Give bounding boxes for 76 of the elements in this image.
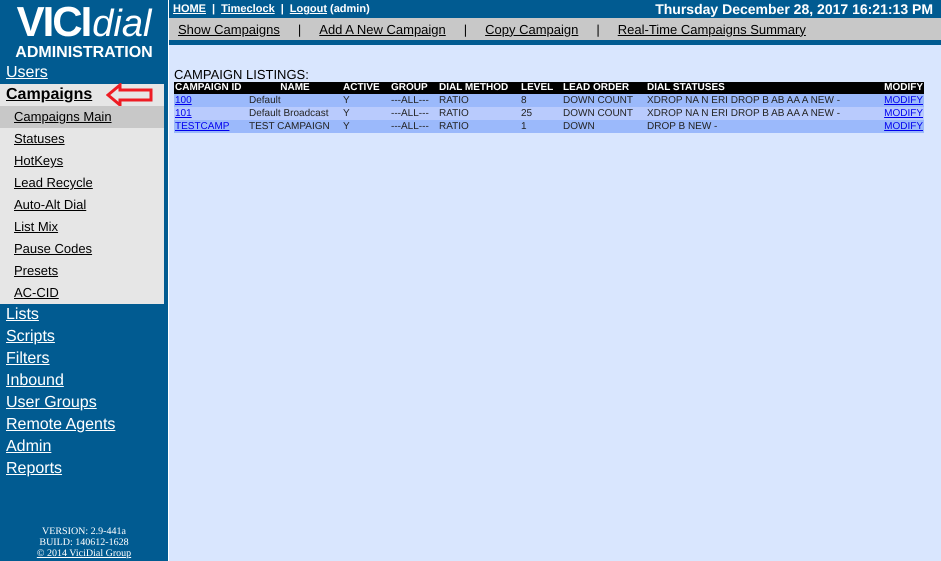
table-cell: ---ALL--- [391,121,429,132]
version-text: VERSION: 2.9-441a [42,526,126,537]
top-link[interactable]: Logout [290,3,328,15]
sub-nav-link[interactable]: Real-Time Campaigns Summary [618,22,806,36]
column-header: LEVEL [520,82,562,94]
table-cell: RATIO [439,108,469,119]
submenu-item[interactable]: Presets [0,260,164,282]
separator: | [464,22,468,36]
sidebar-item[interactable]: User Groups [6,393,97,413]
table-cell: 8 [521,95,527,106]
sidebar-item[interactable]: Remote Agents [6,415,116,435]
submenu-item[interactable]: Auto-Alt Dial [0,194,164,216]
sub-nav-link[interactable]: Show Campaigns [178,22,280,36]
sidebar-item[interactable]: Admin [6,437,52,457]
column-header: DIAL STATUSES [646,82,876,94]
separator: | [298,22,302,36]
sidebar-item[interactable]: Scripts [6,327,55,347]
modify-link[interactable]: MODIFY [884,121,923,132]
column-header: NAME [248,82,342,94]
submenu-item[interactable]: Campaigns Main [0,106,164,128]
campaign-id-link[interactable]: TESTCAMP [175,121,230,132]
modify-link[interactable]: MODIFY [884,108,923,119]
table-cell: ---ALL--- [391,108,429,119]
submenu-item[interactable]: Pause Codes [0,238,164,260]
separator: | [596,22,600,36]
separator: | [280,3,284,15]
table-cell: DOWN COUNT [563,108,633,119]
table-cell: Y [343,121,350,132]
logo-subtitle: ADMINISTRATION [15,44,153,62]
sub-nav-link[interactable]: Add A New Campaign [319,22,446,36]
table-cell: 25 [521,108,532,119]
sidebar-item[interactable]: Users [6,63,48,83]
submenu-item[interactable]: Statuses [0,128,164,150]
table-cell: XDROP NA N ERI DROP B AB AA A NEW - [647,108,840,119]
table-cell: RATIO [439,95,469,106]
top-link[interactable]: Timeclock [221,3,275,15]
column-header: MODIFY [876,82,924,94]
campaign-id-link[interactable]: 100 [175,95,192,106]
build-text: BUILD: 140612-1628 [39,537,129,548]
column-header: LEAD ORDER [562,82,646,94]
table-cell: Default Broadcast [249,108,328,119]
table-cell: XDROP NA N ERI DROP B AB AA A NEW - [647,95,840,106]
table-cell: Default [249,95,281,106]
listing-title: CAMPAIGN LISTINGS: [174,68,310,82]
sub-nav-link[interactable]: Copy Campaign [485,22,578,36]
column-header: ACTIVE [342,82,390,94]
table-cell: DOWN COUNT [563,95,633,106]
table-cell: TEST CAMPAIGN [249,121,330,132]
table-cell: Y [343,95,350,106]
submenu-item[interactable]: HotKeys [0,150,164,172]
table-cell: DOWN [563,121,595,132]
date-time: Thursday December 28, 2017 16:21:13 PM [655,1,933,17]
column-header: DIAL METHOD [438,82,520,94]
modify-link[interactable]: MODIFY [884,95,923,106]
column-header: CAMPAIGN ID [174,82,248,94]
table-cell: 1 [521,121,527,132]
sidebar-item[interactable]: Filters [6,349,50,369]
campaign-id-link[interactable]: 101 [175,108,192,119]
user-label: (admin) [330,3,370,15]
arrow-icon [106,83,154,107]
sidebar-item[interactable]: Campaigns [6,85,92,105]
logo: VICIdial [16,2,152,44]
submenu-item[interactable]: List Mix [0,216,164,238]
sidebar-item[interactable]: Inbound [6,371,64,391]
table-cell: RATIO [439,121,469,132]
sidebar-item[interactable]: Reports [6,459,62,479]
table-cell: ---ALL--- [391,95,429,106]
copyright-link[interactable]: © 2014 ViciDial Group [36,548,132,559]
separator: | [212,3,216,15]
submenu-item[interactable]: Lead Recycle [0,172,164,194]
table-cell: DROP B NEW - [647,121,718,132]
table-cell: Y [343,108,350,119]
column-header: GROUP [390,82,438,94]
sidebar-item[interactable]: Lists [6,305,39,325]
top-link[interactable]: HOME [173,3,206,15]
submenu-item[interactable]: AC-CID [0,282,164,304]
